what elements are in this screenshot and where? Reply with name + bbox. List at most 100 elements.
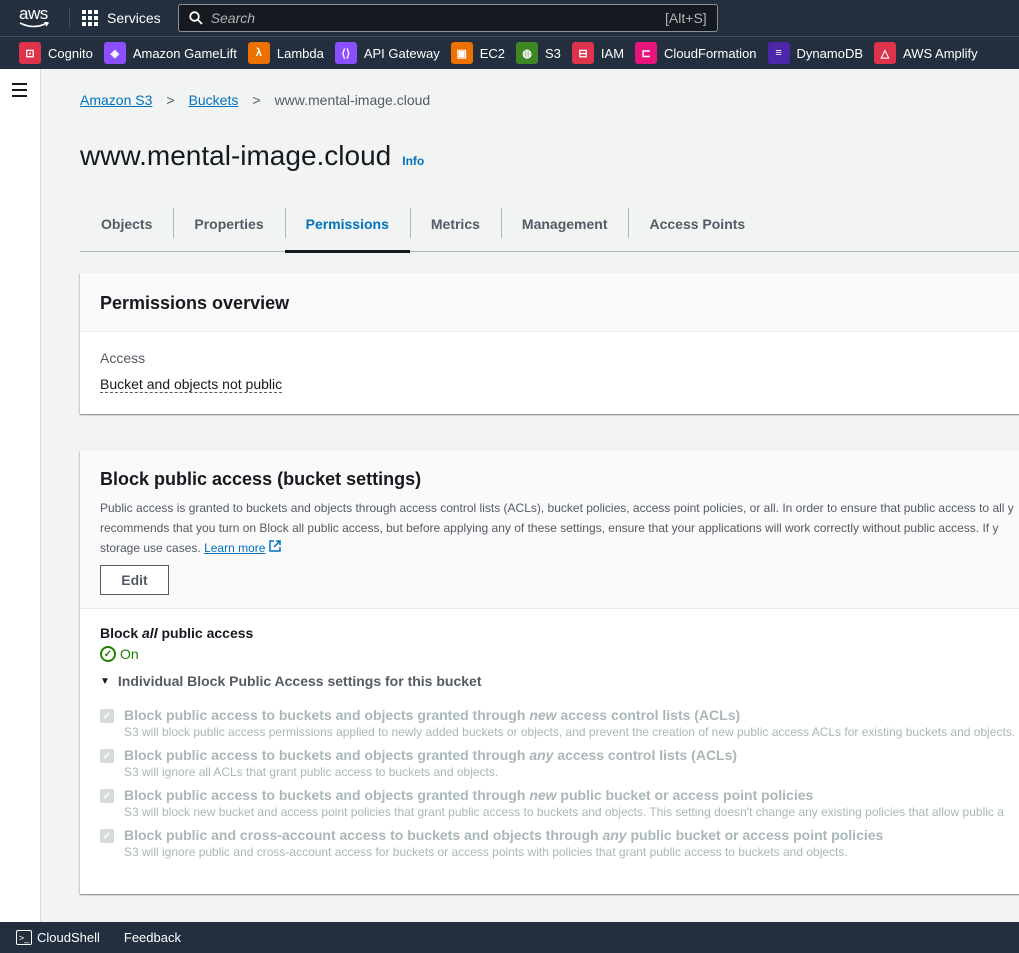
- topbar-divider: [69, 8, 70, 28]
- setting-text: Block public and cross-account access to…: [124, 827, 883, 859]
- cloudformation-icon: ⊏: [635, 42, 658, 64]
- lambda-icon: λ: [247, 42, 270, 64]
- favorite-cognito[interactable]: ⊡ Cognito: [19, 42, 93, 64]
- setting-title: Block public access to buckets and objec…: [124, 747, 737, 763]
- setting-title: Block public access to buckets and objec…: [124, 707, 1015, 723]
- favorite-label: Cognito: [48, 45, 93, 61]
- s3-icon: ◍: [516, 42, 539, 64]
- individual-settings-toggle[interactable]: ▼ Individual Block Public Access setting…: [100, 673, 481, 689]
- favorite-amplify[interactable]: △ AWS Amplify: [874, 42, 978, 64]
- aws-logo-text: aws: [19, 4, 48, 23]
- breadcrumb-buckets[interactable]: Buckets: [189, 92, 239, 108]
- setting-title-em: new: [529, 787, 557, 803]
- favorite-cloudformation[interactable]: ⊏ CloudFormation: [635, 42, 757, 64]
- external-link-icon: [269, 540, 281, 552]
- favorite-label: API Gateway: [363, 45, 440, 61]
- breadcrumb-amazon-s3[interactable]: Amazon S3: [80, 92, 152, 108]
- side-navigation: [0, 69, 41, 922]
- block-public-access-header: Block public access (bucket settings) Pu…: [80, 451, 1019, 609]
- services-menu-button[interactable]: Services: [82, 0, 169, 36]
- dynamodb-icon: ≡: [767, 42, 790, 64]
- setting-title-pre: Block public access to buckets and objec…: [124, 787, 530, 803]
- feedback-link[interactable]: Feedback: [124, 930, 181, 945]
- grid-icon: [82, 10, 98, 26]
- favorite-ec2[interactable]: ▣ EC2: [450, 42, 506, 64]
- info-link[interactable]: Info: [402, 154, 424, 168]
- cloudshell-label: CloudShell: [37, 930, 100, 945]
- block-description-line-2: recommends that you turn on Block all pu…: [100, 521, 999, 535]
- breadcrumb-current: www.mental-image.cloud: [274, 92, 431, 108]
- cloudshell-button[interactable]: >_ CloudShell: [16, 930, 100, 945]
- block-setting-2: ✓ Block public access to buckets and obje…: [100, 747, 737, 779]
- favorite-dynamodb[interactable]: ≡ DynamoDB: [767, 42, 863, 64]
- setting-title-post: public bucket or access point policies: [626, 827, 884, 843]
- tab-label: Management: [521, 216, 608, 232]
- api-gateway-icon: ⟨⟩: [334, 42, 357, 64]
- tab-bar: Objects Properties Permissions Metrics Manag…: [80, 205, 1019, 253]
- tab-label: Metrics: [430, 216, 480, 232]
- block-all-public-access-label: Block all public access: [100, 625, 253, 641]
- block-description-text: storage use cases.: [100, 541, 201, 555]
- amplify-icon: △: [874, 42, 897, 64]
- permissions-overview-heading: Permissions overview: [80, 273, 1019, 332]
- top-navigation-bar: aws Services Search [Alt+S]: [0, 0, 1019, 36]
- tab-label: Access Points: [649, 216, 746, 232]
- setting-text: Block public access to buckets and objec…: [124, 747, 737, 779]
- checkbox-disabled: ✓: [100, 829, 114, 843]
- access-value[interactable]: Bucket and objects not public: [100, 376, 283, 393]
- breadcrumb: Amazon S3 > Buckets > www.mental-image.c…: [80, 92, 430, 108]
- aws-logo[interactable]: aws: [17, 0, 69, 36]
- iam-icon: ⊟: [571, 42, 594, 64]
- favorite-iam[interactable]: ⊟ IAM: [571, 42, 625, 64]
- favorite-api-gateway[interactable]: ⟨⟩ API Gateway: [334, 42, 440, 64]
- block-description-line-3: storage use cases. Learn more: [100, 538, 1010, 558]
- tab-permissions[interactable]: Permissions: [284, 205, 411, 253]
- setting-title-pre: Block public access to buckets and objec…: [124, 707, 530, 723]
- block-setting-4: ✓ Block public and cross-account access t…: [100, 827, 883, 859]
- tab-management[interactable]: Management: [500, 205, 629, 252]
- setting-title-em: new: [529, 707, 557, 723]
- setting-description: S3 will ignore public and cross-account …: [124, 845, 848, 859]
- block-all-em: all: [142, 625, 158, 641]
- individual-settings-label: Individual Block Public Access settings …: [117, 673, 482, 689]
- block-all-status: ✓ On: [100, 646, 139, 662]
- tab-metrics[interactable]: Metrics: [409, 205, 501, 252]
- search-input[interactable]: Search [Alt+S]: [177, 4, 718, 32]
- setting-title-pre: Block public access to buckets and objec…: [124, 747, 530, 763]
- setting-title-post: public bucket or access point policies: [556, 787, 814, 803]
- learn-more-link[interactable]: Learn more: [204, 541, 265, 555]
- checkbox-disabled: ✓: [100, 709, 114, 723]
- setting-title-pre: Block public and cross-account access to…: [124, 827, 603, 843]
- favorite-label: AWS Amplify: [903, 45, 978, 61]
- block-setting-3: ✓ Block public access to buckets and obje…: [100, 787, 1004, 819]
- menu-icon[interactable]: [12, 83, 27, 101]
- block-public-access-panel: Block public access (bucket settings) Pu…: [80, 451, 1019, 894]
- terminal-icon: >_: [16, 930, 32, 945]
- block-description-line-1: Public access is granted to buckets and …: [100, 501, 1014, 515]
- setting-title-post: access control lists (ACLs): [553, 747, 738, 763]
- page-title: www.mental-image.cloud: [80, 140, 392, 171]
- setting-text: Block public access to buckets and objec…: [124, 787, 1004, 819]
- favorite-s3[interactable]: ◍ S3: [516, 42, 561, 64]
- favorite-lambda[interactable]: λ Lambda: [247, 42, 324, 64]
- tab-properties[interactable]: Properties: [173, 205, 284, 252]
- favorite-label: CloudFormation: [664, 45, 757, 61]
- edit-button[interactable]: Edit: [100, 565, 169, 595]
- favorite-gamelift[interactable]: ◈ Amazon GameLift: [103, 42, 237, 64]
- chevron-right-icon: >: [166, 92, 175, 108]
- permissions-overview-panel: Permissions overview Access Bucket and o…: [80, 273, 1019, 414]
- setting-title: Block public access to buckets and objec…: [124, 787, 1004, 803]
- favorite-label: IAM: [600, 45, 625, 61]
- setting-description: S3 will ignore all ACLs that grant publi…: [124, 765, 499, 779]
- favorites-bar: ⊡ Cognito ◈ Amazon GameLift λ Lambda ⟨⟩ API Gat…: [0, 36, 1019, 69]
- favorite-label: EC2: [479, 45, 506, 61]
- checkbox-disabled: ✓: [100, 749, 114, 763]
- search-icon: [188, 11, 203, 25]
- page-title-row: www.mental-image.cloud Info: [80, 140, 424, 172]
- bottom-bar: >_ CloudShell Feedback: [0, 922, 1019, 953]
- tab-objects[interactable]: Objects: [80, 205, 173, 252]
- main-content: Amazon S3 > Buckets > www.mental-image.c…: [41, 69, 1019, 922]
- block-all-post: public access: [157, 625, 254, 641]
- setting-title-post: access control lists (ACLs): [556, 707, 741, 723]
- tab-access-points[interactable]: Access Points: [628, 205, 766, 252]
